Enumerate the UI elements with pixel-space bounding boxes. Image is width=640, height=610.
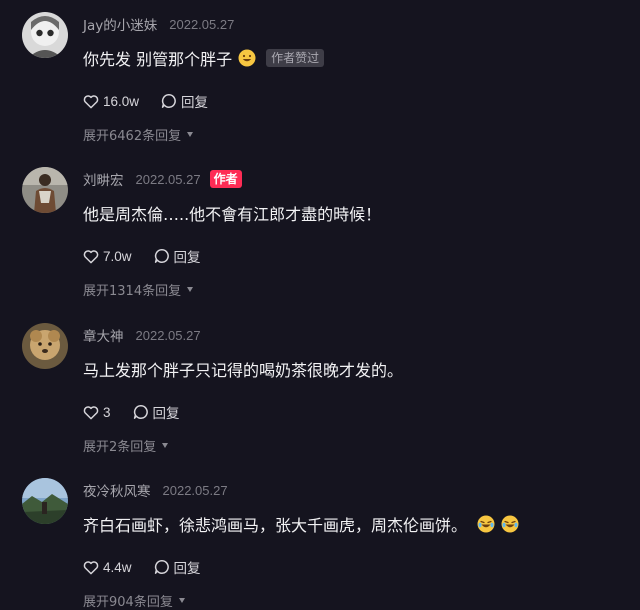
like-count: 16.0w [103,93,140,109]
comment-bubble-icon [154,248,170,264]
comment-meta: 章大神 2022.05.27 [83,325,201,346]
comment-date: 2022.05.27 [135,171,201,187]
username[interactable]: 章大神 [83,325,124,345]
comment-actions: 3 回复 [83,401,180,423]
expand-replies-label: 展开904条回复 [83,594,173,610]
heart-icon [83,249,99,264]
comment-text: 齐白石画虾，徐悲鸿画马，张大千画虎，周杰伦画饼。 [83,512,519,536]
expand-replies-label: 展开2条回复 [83,439,157,455]
expand-replies-button[interactable]: 展开2条回复 [83,435,169,455]
comment-body: 齐白石画虾，徐悲鸿画马，张大千画虎，周杰伦画饼。 [83,516,468,535]
comment-text: 他是周杰倫…..他不會有江郎才盡的時候！ [83,201,381,225]
comment-date: 2022.05.27 [169,16,235,32]
avatar[interactable] [22,478,68,524]
reply-label: 回复 [173,561,201,577]
avatar-image [22,167,68,213]
comment-meta: 夜冷秋风寒 2022.05.27 [83,480,228,501]
comment-text: 马上发那个胖子只记得的喝奶茶很晚才发的。 [83,357,403,381]
comment-actions: 16.0w 回复 [83,90,208,112]
grinning-face-emoji-icon [238,49,256,67]
reply-label: 回复 [173,250,201,266]
like-count: 3 [103,404,111,420]
author-badge: 作者 [209,170,242,188]
comment-meta: 刘畊宏 2022.05.27 作者 [83,169,242,189]
comment-date: 2022.05.27 [135,327,201,343]
comment-date: 2022.05.27 [162,482,228,498]
comment-text: 你先发 别管那个胖子 作者赞过 [83,46,325,70]
expand-replies-button[interactable]: 展开1314条回复 [83,279,194,299]
like-button[interactable]: 7.0w [83,249,132,264]
laughing-tears-emoji-icon [501,515,519,533]
avatar-image [22,478,68,524]
reply-button[interactable]: 回复 [154,557,201,577]
username[interactable]: 刘畊宏 [83,169,124,189]
like-button[interactable]: 16.0w [83,94,139,109]
username[interactable]: 夜冷秋风寒 [83,480,151,500]
comment-bubble-icon [154,559,170,575]
heart-icon [83,405,99,420]
comment-actions: 7.0w 回复 [83,245,201,267]
comment-body: 你先发 别管那个胖子 [83,50,233,69]
avatar[interactable] [22,12,68,58]
like-count: 4.4w [103,559,132,575]
expand-replies-button[interactable]: 展开904条回复 [83,590,185,610]
laughing-tears-emoji-icon [477,515,495,533]
comment-meta: Jay的小迷妹 2022.05.27 [83,14,235,35]
caret-down-icon [187,131,194,137]
reply-label: 回复 [152,406,180,422]
expand-replies-label: 展开1314条回复 [83,283,182,299]
comment-body: 马上发那个胖子只记得的喝奶茶很晚才发的。 [83,361,404,380]
like-count: 7.0w [103,248,132,264]
avatar-image [22,323,68,369]
caret-down-icon [162,442,169,448]
expand-replies-label: 展开6462条回复 [83,128,182,144]
comment-actions: 4.4w 回复 [83,556,201,578]
reply-button[interactable]: 回复 [133,402,180,422]
avatar[interactable] [22,323,68,369]
caret-down-icon [178,597,185,603]
reply-button[interactable]: 回复 [161,91,208,111]
like-button[interactable]: 4.4w [83,560,132,575]
comment-bubble-icon [133,404,149,420]
expand-replies-button[interactable]: 展开6462条回复 [83,124,194,144]
reply-label: 回复 [181,95,209,111]
username[interactable]: Jay的小迷妹 [83,14,157,34]
heart-icon [83,94,99,109]
avatar[interactable] [22,167,68,213]
avatar-image [22,12,68,58]
caret-down-icon [187,286,194,292]
comment-bubble-icon [161,93,177,109]
author-liked-badge: 作者赞过 [266,49,325,67]
heart-icon [83,560,99,575]
like-button[interactable]: 3 [83,405,111,420]
reply-button[interactable]: 回复 [154,246,201,266]
comment-body: 他是周杰倫…..他不會有江郎才盡的時候！ [83,205,382,224]
